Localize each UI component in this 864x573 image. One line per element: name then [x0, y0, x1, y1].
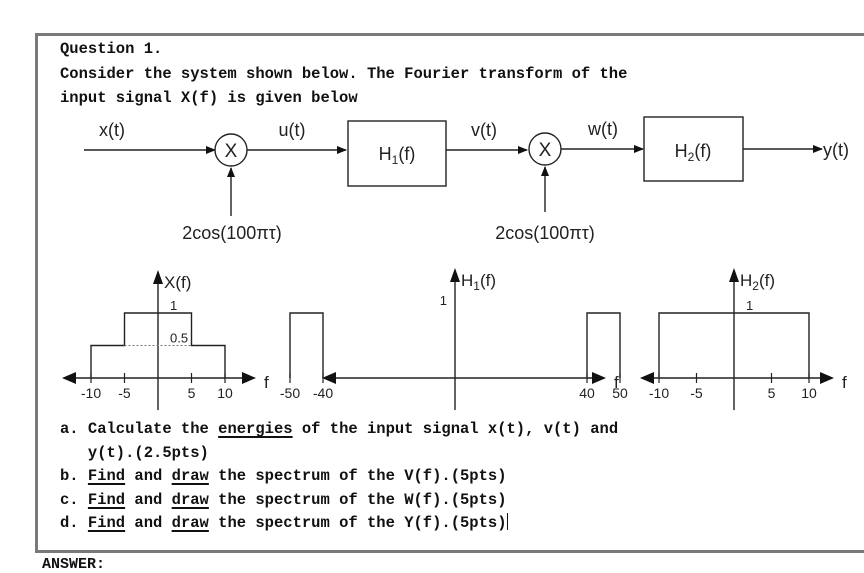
answer-label: ANSWER: — [42, 556, 106, 573]
x-tick-label: -50 — [280, 385, 300, 401]
emphasized-word: Find — [87, 467, 126, 485]
x-axis-left-arrow — [62, 372, 76, 384]
item-text: Calculate the — [87, 420, 219, 438]
level-label: 1 — [170, 298, 177, 313]
question-item-d: d. Find and draw the spectrum of the Y(f… — [60, 512, 618, 536]
x-tick-label: 5 — [768, 385, 776, 401]
carrier1-label: 2cos(100πτ) — [182, 223, 282, 243]
item-text: and — [125, 490, 172, 509]
emphasized-word: Find — [87, 514, 126, 532]
x-axis-left-arrow — [640, 372, 654, 384]
signal-v-label: v(t) — [471, 120, 497, 140]
x-tick-label: 40 — [579, 385, 595, 401]
x-tick-label: 10 — [801, 385, 817, 401]
item-label: d. — [60, 514, 88, 532]
question-item-a: a. Calculate the energies of the input s… — [60, 418, 618, 442]
item-text: and — [125, 467, 172, 485]
plot-title: X(f) — [164, 273, 191, 292]
text-cursor — [506, 513, 508, 530]
plot-title: H1(f) — [461, 271, 496, 293]
item-label: a. — [60, 420, 88, 438]
x-axis-label: f — [264, 373, 269, 392]
signal-x-label: x(t) — [99, 120, 125, 140]
x-tick-label: 50 — [612, 385, 628, 401]
x-tick-label: 10 — [217, 385, 233, 401]
block-diagram: X 2cos(100πτ) x(t) u(t) H1(f) v(t) X 2co… — [62, 116, 849, 410]
x-axis-right-arrow — [820, 372, 834, 384]
h1-block-label: H1(f) — [379, 144, 416, 167]
item-label: c. — [60, 490, 88, 509]
emphasized-word: draw — [171, 490, 209, 509]
y-axis-arrow — [153, 270, 163, 284]
question-item-continuation: y(t).(2.5pts) — [60, 443, 209, 462]
spectrum-outline — [586, 312, 621, 378]
emphasized-word: Find — [87, 490, 126, 509]
question-items: a. Calculate the energies of the input s… — [60, 418, 618, 536]
question-item-c: c. Find and draw the spectrum of the W(f… — [60, 489, 618, 513]
signal-w-label: w(t) — [587, 119, 618, 139]
x-tick-label: -10 — [81, 385, 101, 401]
y-axis-arrow — [450, 268, 460, 282]
y-axis-arrow — [729, 268, 739, 282]
x-tick-label: -40 — [313, 385, 333, 401]
signal-y-label: y(t) — [823, 140, 849, 160]
emphasized-word: draw — [171, 467, 209, 485]
x-axis-left-arrow — [322, 372, 336, 384]
x-tick-label: -5 — [118, 385, 131, 401]
mixer2-symbol: X — [539, 140, 552, 161]
spectrum-outline — [289, 312, 324, 378]
item-text: of the input signal x(t), v(t) and — [292, 420, 619, 438]
mixer1-symbol: X — [225, 141, 238, 162]
item-label: b. — [60, 467, 88, 485]
x-axis-right-arrow — [592, 372, 606, 384]
level-label: 0.5 — [170, 331, 188, 346]
item-text: the spectrum of the Y(f).(5pts) — [208, 514, 507, 532]
plot-title: H2(f) — [740, 271, 775, 293]
item-text: the spectrum of the V(f).(5pts) — [208, 467, 507, 485]
x-tick-label: 5 — [188, 385, 196, 401]
item-text: the spectrum of the W(f).(5pts) — [208, 490, 507, 509]
x-axis-right-arrow — [242, 372, 256, 384]
x-axis-label: f — [842, 373, 847, 392]
carrier2-label: 2cos(100πτ) — [495, 223, 595, 243]
emphasized-word: draw — [171, 514, 209, 532]
item-text: and — [125, 514, 172, 532]
emphasized-word: energies — [218, 420, 293, 438]
signal-u-label: u(t) — [279, 120, 306, 140]
level-label: 1 — [746, 298, 753, 313]
x-tick-label: -5 — [690, 385, 703, 401]
x-tick-label: -10 — [649, 385, 669, 401]
level-label: 1 — [440, 293, 447, 308]
h2-block-label: H2(f) — [675, 141, 712, 164]
question-item-b: b. Find and draw the spectrum of the V(f… — [60, 465, 618, 489]
